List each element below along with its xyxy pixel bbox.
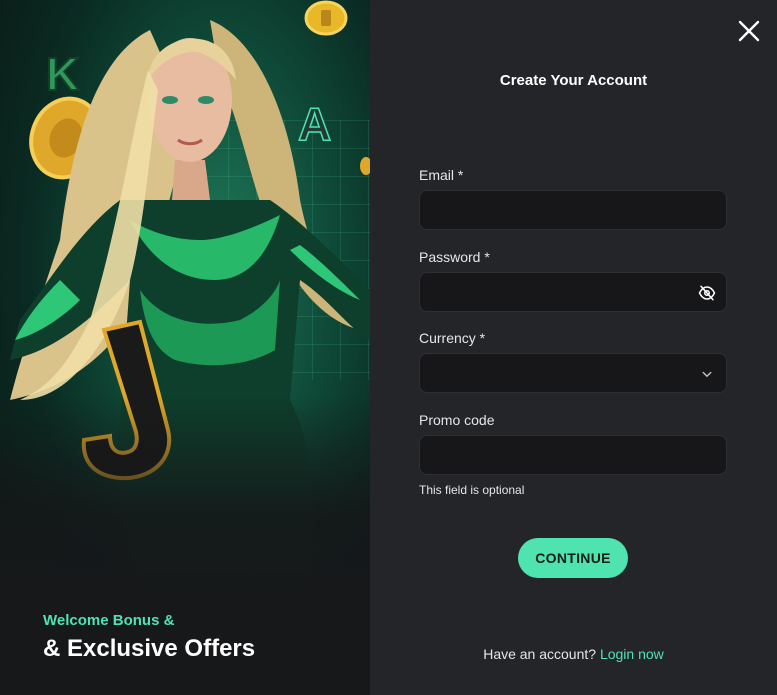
letter-a-icon: A bbox=[298, 98, 331, 150]
coin-icon bbox=[304, 0, 348, 36]
currency-select[interactable] bbox=[419, 353, 727, 393]
promo-panel: K A Welcome Bonus & & Exclusive Offers bbox=[0, 0, 370, 695]
close-button[interactable] bbox=[737, 19, 761, 43]
continue-button[interactable]: CONTINUE bbox=[518, 538, 628, 578]
promo-code-label: Promo code bbox=[419, 412, 495, 428]
welcome-bonus-text: Welcome Bonus & bbox=[43, 612, 175, 629]
currency-label: Currency * bbox=[419, 330, 486, 346]
password-field[interactable] bbox=[420, 273, 726, 311]
password-field-box bbox=[419, 272, 727, 312]
eye-off-icon[interactable] bbox=[698, 284, 716, 302]
email-field-box bbox=[419, 190, 727, 230]
login-prompt-text: Have an account? bbox=[483, 646, 597, 662]
letter-k-icon: K bbox=[46, 48, 79, 100]
login-now-link[interactable]: Login now bbox=[600, 646, 664, 662]
login-prompt: Have an account? Login now bbox=[370, 646, 777, 662]
currency-select-value[interactable] bbox=[420, 354, 726, 392]
coin-icon bbox=[360, 157, 370, 175]
promo-code-field[interactable] bbox=[420, 436, 726, 474]
email-field[interactable] bbox=[420, 191, 726, 229]
signup-modal: K A Welcome Bonus & & Exclusive Offers C… bbox=[0, 0, 777, 695]
close-icon bbox=[738, 20, 760, 42]
form-title: Create Your Account bbox=[499, 72, 648, 89]
email-label: Email * bbox=[419, 167, 464, 183]
promo-code-hint: This field is optional bbox=[419, 483, 525, 497]
password-label: Password * bbox=[419, 249, 490, 265]
chevron-down-icon bbox=[702, 371, 712, 377]
promo-code-field-box bbox=[419, 435, 727, 475]
exclusive-offers-text: & Exclusive Offers bbox=[43, 635, 256, 662]
